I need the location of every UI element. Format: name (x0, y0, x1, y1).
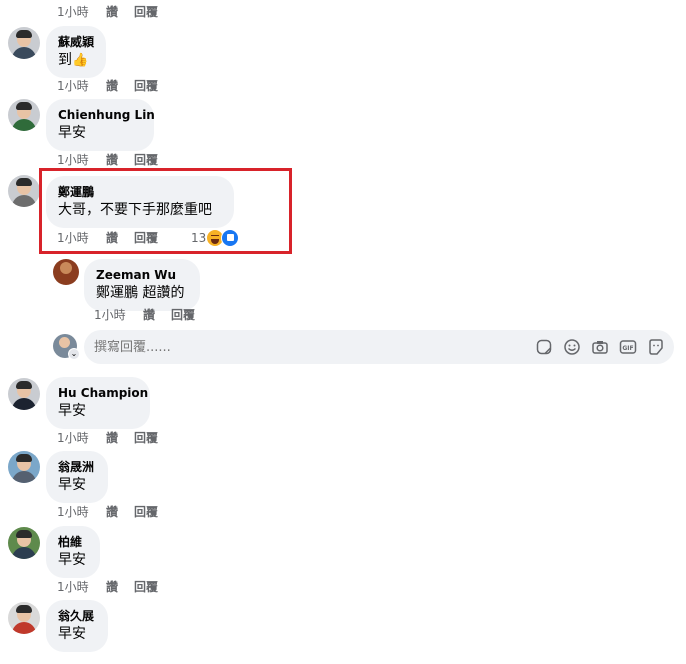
comment-bubble: Hu Champion 早安 (46, 377, 150, 429)
comment-text: 到👍 (58, 52, 89, 68)
avatar[interactable] (8, 527, 40, 559)
avatar[interactable] (53, 259, 79, 285)
comment-actions: 1小時讚回覆 (94, 307, 195, 323)
reply-link[interactable]: 回覆 (134, 430, 158, 446)
reply-input[interactable] (94, 330, 514, 364)
like-link[interactable]: 讚 (106, 152, 134, 168)
commenter-name[interactable]: 翁晟洲 (58, 459, 96, 475)
comment-bubble: Zeeman Wu 鄭運鵬 超讚的 (84, 259, 200, 311)
comment-time[interactable]: 1小時 (57, 430, 106, 446)
thumbs-up-icon: 👍 (72, 53, 89, 68)
like-link[interactable]: 讚 (106, 78, 134, 94)
comment-time[interactable]: 1小時 (57, 152, 106, 168)
comment-actions: 1小時讚回覆 (57, 152, 158, 168)
like-link[interactable]: 讚 (143, 307, 171, 323)
comment-text: 早安 (58, 477, 86, 493)
comment-bubble: 柏維 早安 (46, 526, 100, 578)
comment-time[interactable]: 1小時 (57, 579, 106, 595)
svg-text:GIF: GIF (622, 345, 633, 352)
comment-bubble: 蘇威穎 到👍 (46, 26, 106, 78)
comment-time[interactable]: 1小時 (57, 78, 106, 94)
chevron-down-icon[interactable]: ⌄ (68, 348, 80, 360)
comment-bubble: Chienhung Lin 早安 (46, 99, 155, 151)
comment-text: 早安 (58, 125, 86, 141)
commenter-name[interactable]: Zeeman Wu (96, 267, 188, 283)
commenter-name[interactable]: 蘇威穎 (58, 34, 94, 50)
comment-actions: 1小時讚回覆 (57, 4, 158, 20)
comment-actions: 1小時讚回覆 (57, 78, 158, 94)
avatar[interactable] (8, 175, 40, 207)
comment-text: 鄭運鵬 超讚的 (96, 285, 185, 301)
commenter-name[interactable]: 翁久展 (58, 608, 96, 624)
reply-link[interactable]: 回覆 (134, 152, 158, 168)
comment-text: 早安 (58, 403, 86, 419)
emoji-icon[interactable] (563, 338, 581, 356)
like-link[interactable]: 讚 (106, 504, 134, 520)
highlight-box (39, 168, 292, 254)
reply-composer: GIF (84, 330, 674, 364)
comment-actions: 1小時讚回覆 (57, 504, 158, 520)
camera-icon[interactable] (591, 338, 609, 356)
commenter-name[interactable]: Chienhung Lin (58, 107, 155, 123)
reply-link[interactable]: 回覆 (134, 579, 158, 595)
comment-time[interactable]: 1小時 (57, 504, 106, 520)
comment-actions: 1小時讚回覆 (57, 430, 158, 446)
reply-link[interactable]: 回覆 (134, 4, 158, 20)
comment-time[interactable]: 1小時 (94, 307, 143, 323)
comment-actions: 1小時讚回覆 (57, 579, 158, 595)
reply-link[interactable]: 回覆 (171, 307, 195, 323)
reply-link[interactable]: 回覆 (134, 504, 158, 520)
avatar[interactable] (8, 99, 40, 131)
sticker-icon[interactable] (535, 338, 553, 356)
reply-link[interactable]: 回覆 (134, 78, 158, 94)
like-link[interactable]: 讚 (106, 430, 134, 446)
avatar[interactable] (8, 602, 40, 634)
comment-time[interactable]: 1小時 (57, 4, 106, 20)
comment-text: 早安 (58, 552, 86, 568)
commenter-name[interactable]: Hu Champion (58, 385, 148, 401)
avatar[interactable] (8, 378, 40, 410)
gif-icon[interactable]: GIF (619, 338, 637, 356)
avatar-sticker-icon[interactable] (647, 338, 665, 356)
like-link[interactable]: 讚 (106, 4, 134, 20)
comment-text: 早安 (58, 626, 86, 642)
comment-bubble: 翁久展 早安 (46, 600, 108, 652)
avatar[interactable] (8, 451, 40, 483)
avatar[interactable] (8, 27, 40, 59)
like-link[interactable]: 讚 (106, 579, 134, 595)
comment-bubble: 翁晟洲 早安 (46, 451, 108, 503)
commenter-name[interactable]: 柏維 (58, 534, 88, 550)
